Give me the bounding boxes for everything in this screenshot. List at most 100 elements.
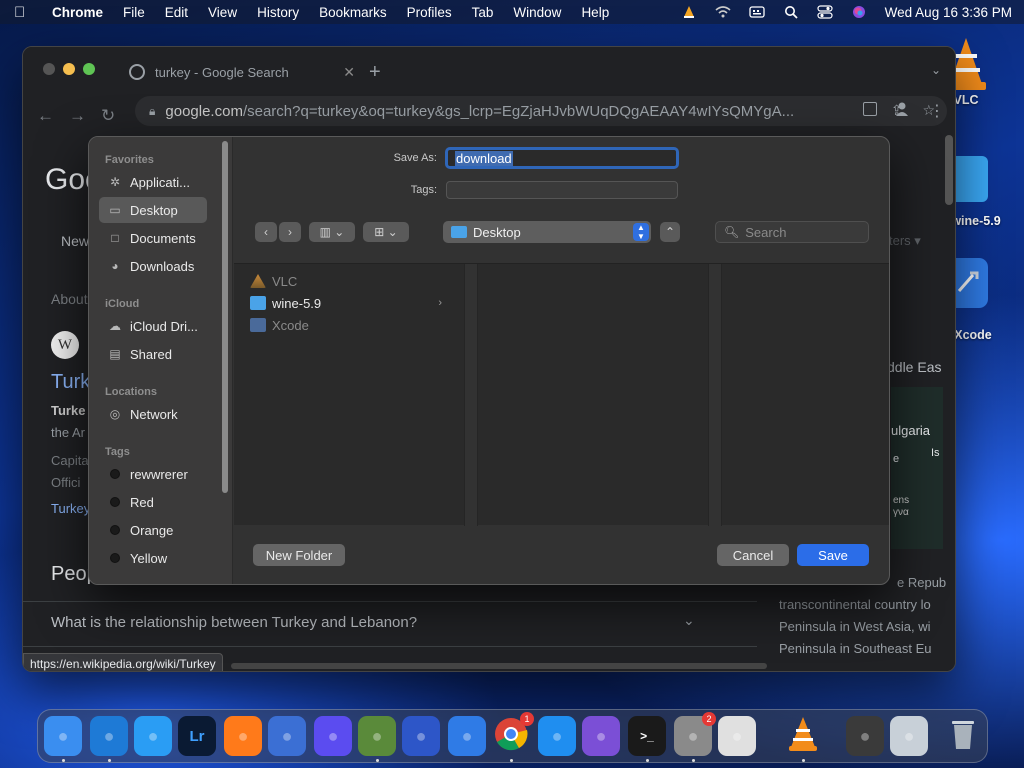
dock-item-chrome[interactable]: 1 [492,712,534,756]
dock-item-xcode[interactable]: ● [448,716,486,756]
forward-arrow-icon[interactable]: → [69,106,101,126]
dock-item-finder[interactable]: ● [44,716,82,756]
dock-item-vlc[interactable] [784,716,822,756]
back-nav-button[interactable]: ‹ [255,222,277,242]
menu-window[interactable]: Window [513,5,561,20]
sidebar-item-icloud-drive[interactable]: ☁︎ iCloud Dri... [99,313,207,339]
menu-help[interactable]: Help [581,5,609,20]
tab-google-search[interactable]: turkey - Google Search ✕ [115,57,359,87]
desktop-item-wine-folder[interactable]: wine-5.9 [948,156,1020,228]
column-divider[interactable] [708,264,722,526]
apple-menu-icon[interactable]:  [14,4,32,21]
dock-item-xcode[interactable]: ● [268,716,306,756]
dock-item-screenshot[interactable]: ● [846,716,884,756]
file-item-vlc[interactable]: VLC [250,270,446,292]
keyboard-viewer-icon[interactable] [749,5,765,19]
sidebar-item-shared[interactable]: ▤ Shared [99,341,207,367]
new-tab-button[interactable]: + [369,61,381,84]
close-window-button[interactable] [43,63,55,75]
search-field[interactable]: 🔍︎ Search [715,221,869,243]
forward-nav-button[interactable]: › [279,222,301,242]
desktop-item-xcode[interactable]: Xcode [946,258,1016,342]
sidebar-item-network[interactable]: ◎ Network [99,401,207,427]
dock-item-firefox[interactable]: ● [224,716,262,756]
dock-item-lightroom[interactable]: Lr [178,716,216,756]
chrome-menu-kebab-icon[interactable]: ⋮ [929,101,945,121]
sidebar-item-downloads[interactable]: ◕ Downloads [99,253,207,279]
minecraft-icon: ● [371,725,383,746]
new-folder-button[interactable]: New Folder [253,544,345,566]
vlc-status-icon[interactable] [681,5,697,19]
save-as-field[interactable]: download [445,147,679,169]
view-mode-button[interactable]: ▥ ⌄ [309,222,355,242]
dock-item-trash[interactable] [944,716,982,756]
dock-item-launchpad[interactable]: ● [718,716,756,756]
sidebar-scrollbar[interactable] [222,141,228,493]
minimize-window-button[interactable] [63,63,75,75]
menu-tab[interactable]: Tab [472,5,494,20]
menu-file[interactable]: File [123,5,145,20]
running-indicator [646,759,649,762]
menu-edit[interactable]: Edit [165,5,188,20]
menu-history[interactable]: History [257,5,299,20]
result-title-link[interactable]: Turk [51,371,90,394]
trash-icon [950,717,976,755]
spotlight-search-icon[interactable] [783,5,799,19]
knowledge-panel-map[interactable] [891,387,943,549]
sidebar-tag-orange[interactable]: Orange [99,517,207,543]
group-by-button[interactable]: ⊞ ⌄ [363,222,409,242]
dock-item-screens[interactable]: ● [402,716,440,756]
reload-icon[interactable]: ↻ [101,106,133,126]
sidebar-item-desktop[interactable]: ▭ Desktop [99,197,207,223]
sidebar-tag-red[interactable]: Red [99,489,207,515]
save-button[interactable]: Save [797,544,869,566]
location-select[interactable]: Desktop ▲ ▼ [443,221,651,243]
wifi-icon[interactable] [715,5,731,19]
map-label: e [893,453,900,465]
column-divider[interactable] [464,264,478,526]
address-bar[interactable]: 🔒︎ google.com/search?q=turkey&oq=turkey&… [135,96,947,126]
dock-item-safari[interactable]: ● [134,716,172,756]
sidebar-tag-rewwrerer[interactable]: rewwrerer [99,461,207,487]
dock-item-minecraft[interactable]: ● [358,716,396,756]
dock-item-preview[interactable]: ● [890,716,928,756]
zoom-window-button[interactable] [83,63,95,75]
dock-item-visual-studio-code[interactable]: ● [90,716,128,756]
folder-icon [250,296,266,310]
dock-item-app-store[interactable]: ● [538,716,576,756]
tags-field[interactable] [446,181,678,199]
dock-item-github-desktop[interactable]: ● [582,716,620,756]
page-scrollbar[interactable] [945,135,953,205]
siri-icon[interactable] [851,5,867,19]
dock-item-system-settings[interactable]: ● 2 [674,712,716,756]
cancel-button[interactable]: Cancel [717,544,789,566]
expand-chevron-icon[interactable]: ⌄ [683,612,695,629]
sidebar-tag-yellow[interactable]: Yellow [99,545,207,571]
collapse-dialog-button[interactable]: ⌃ [660,222,680,242]
filters-button[interactable]: ters ▾ [889,233,921,249]
sidebar-item-applications[interactable]: ✲ Applicati... [99,169,207,195]
menu-profiles[interactable]: Profiles [407,5,452,20]
file-item-wine-folder[interactable]: wine-5.9 › [250,292,446,314]
side-panel-icon[interactable] [863,102,877,116]
menu-app-name[interactable]: Chrome [52,5,103,20]
back-arrow-icon[interactable]: ← [37,106,69,126]
control-center-icon[interactable] [817,5,833,19]
result-sublink[interactable]: Turkey [51,501,90,516]
site-info-icon[interactable]: 🔒︎ [149,104,155,119]
close-tab-icon[interactable]: ✕ [343,64,355,81]
menu-bookmarks[interactable]: Bookmarks [319,5,387,20]
dock-item-firefox-nightly[interactable]: ● [314,716,352,756]
profile-avatar-icon[interactable] [895,101,909,117]
horizontal-scrollbar[interactable] [231,663,767,669]
tab-search-chevron-icon[interactable]: ⌄ [931,63,941,77]
menu-bar-clock[interactable]: Wed Aug 16 3:36 PM [885,5,1012,20]
grid-icon: ⊞ ⌄ [374,225,398,239]
screens-icon: ● [415,725,427,746]
sidebar-item-documents[interactable]: □ Documents [99,225,207,251]
menu-view[interactable]: View [208,5,237,20]
file-item-xcode[interactable]: Xcode [250,314,446,336]
tab-news[interactable]: New [61,233,89,249]
people-also-ask-question[interactable]: What is the relationship between Turkey … [23,601,757,647]
dock-item-terminal[interactable]: >_ [628,716,666,756]
